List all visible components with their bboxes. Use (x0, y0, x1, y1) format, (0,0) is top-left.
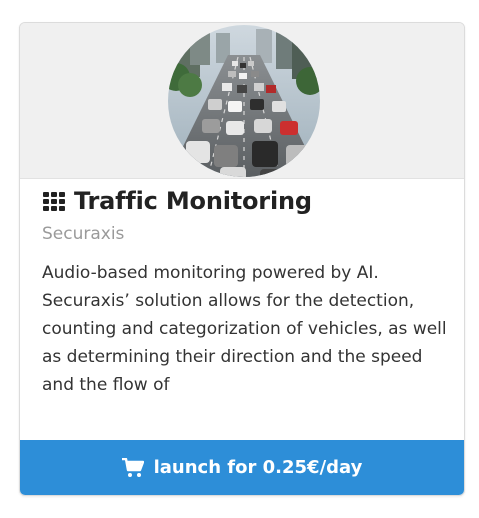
card-description: Audio-based monitoring powered by AI. Se… (42, 263, 447, 395)
card-hero (20, 23, 464, 179)
app-card: Traffic Monitoring Securaxis Audio-based… (19, 22, 465, 496)
description-container: Audio-based monitoring powered by AI. Se… (42, 259, 447, 399)
card-title-row: Traffic Monitoring (42, 183, 312, 219)
vendor-name: Securaxis (42, 224, 125, 244)
launch-button[interactable]: launch for 0.25€/day (20, 440, 464, 495)
cart-icon (120, 457, 144, 478)
traffic-image (168, 25, 320, 177)
grid-icon (42, 189, 66, 213)
launch-button-label: launch for 0.25€/day (153, 457, 363, 478)
card-title: Traffic Monitoring (74, 187, 312, 215)
